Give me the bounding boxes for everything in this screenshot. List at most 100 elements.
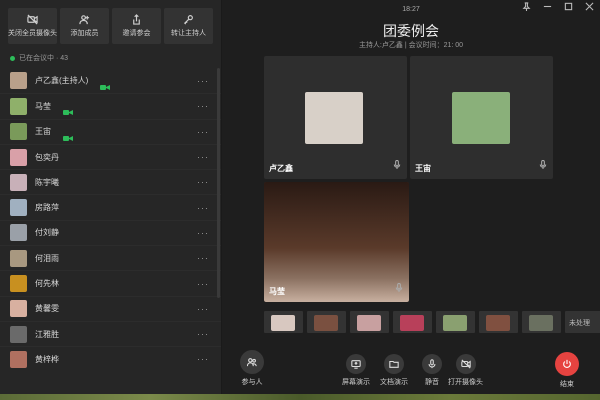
- thumbnail-avatar: [271, 315, 295, 331]
- participant-row[interactable]: 江雅胜 ···: [0, 320, 221, 346]
- more-options-icon[interactable]: ···: [197, 228, 209, 238]
- participant-row[interactable]: 付刘静 ···: [0, 219, 221, 245]
- participants-label: 参与人: [241, 379, 263, 386]
- participant-thumbnail[interactable]: [264, 311, 303, 333]
- participants-sidebar: 关闭全员摄像头 添加成员 邀请参会 转让主持人 已在会议中 · 43 卢乙鑫(主…: [0, 0, 222, 396]
- avatar: [10, 97, 27, 115]
- participant-thumbnail[interactable]: [522, 311, 561, 333]
- online-dot-icon: [10, 55, 15, 61]
- host-avatar: [305, 92, 363, 144]
- end-meeting-button[interactable]: 结束: [555, 352, 579, 389]
- invite-label: 邀请参会: [122, 30, 151, 37]
- more-options-icon[interactable]: ···: [197, 304, 209, 314]
- participant-thumbnail[interactable]: [350, 311, 389, 333]
- participants-button[interactable]: 参与人: [240, 350, 264, 387]
- more-options-icon[interactable]: ···: [197, 101, 209, 111]
- participant-row[interactable]: 包奕丹 ···: [0, 143, 221, 169]
- participant-name: 付刘静: [35, 228, 59, 238]
- more-options-icon[interactable]: ···: [197, 76, 209, 86]
- participant-row[interactable]: 黄梓桦 ···: [0, 346, 221, 371]
- thumbnail-avatar: [443, 315, 467, 331]
- add-member-label: 添加成员: [70, 30, 99, 37]
- participant-thumbnail[interactable]: [307, 311, 346, 333]
- screen-share-button[interactable]: 屏幕演示: [342, 354, 370, 387]
- avatar: [10, 275, 27, 293]
- avatar: [10, 224, 27, 242]
- end-meeting-label: 结束: [560, 381, 574, 388]
- participant-name: 王宙: [35, 127, 51, 137]
- close-icon[interactable]: [585, 2, 594, 11]
- avatar: [10, 148, 27, 166]
- participant-row[interactable]: 何泪雨 ···: [0, 245, 221, 270]
- in-meeting-count: 已在会议中 · 43: [0, 48, 221, 68]
- mic-icon: [393, 156, 401, 174]
- more-options-icon[interactable]: ···: [197, 253, 209, 263]
- add-user-icon: [79, 15, 90, 25]
- maximize-icon[interactable]: [564, 2, 573, 11]
- video-tile-wangzhou[interactable]: 王宙: [410, 56, 553, 179]
- folder-icon: [384, 354, 404, 374]
- avatar: [10, 199, 27, 217]
- participant-row[interactable]: 王宙 ···: [0, 118, 221, 144]
- thumbnail-avatar: [357, 315, 381, 331]
- thumbnail-avatar: [400, 315, 424, 331]
- share-icon: [133, 14, 140, 25]
- invite-button[interactable]: 邀请参会: [112, 8, 161, 44]
- camera-toggle-label: 打开摄像头: [448, 379, 483, 386]
- meeting-window: 关闭全员摄像头 添加成员 邀请参会 转让主持人 已在会议中 · 43 卢乙鑫(主…: [0, 0, 600, 396]
- key-icon: [183, 15, 193, 25]
- screen-share-label: 屏幕演示: [342, 379, 370, 386]
- participant-row[interactable]: 房路萍 ···: [0, 194, 221, 219]
- meeting-subtitle: 主持人:卢乙鑫 | 会议时间：21: 00: [358, 42, 464, 49]
- participant-thumbnail-strip: 未处理: [264, 311, 600, 333]
- disable-all-cameras-button[interactable]: 关闭全员摄像头: [8, 8, 57, 44]
- camera-on-icon: [63, 129, 73, 141]
- mic-icon: [395, 279, 403, 297]
- video-tile-mayng[interactable]: 马莹: [264, 182, 409, 302]
- participant-row[interactable]: 马莹 ···: [0, 93, 221, 118]
- more-options-icon[interactable]: ···: [197, 203, 209, 213]
- window-controls: [522, 2, 594, 11]
- participant-name: 何泪雨: [35, 253, 59, 263]
- mute-button[interactable]: 静音: [422, 354, 442, 387]
- more-options-icon[interactable]: ···: [197, 279, 209, 289]
- wangzhou-avatar: [452, 92, 510, 144]
- participants-icon: [240, 350, 264, 374]
- transfer-host-button[interactable]: 转让主持人: [164, 8, 213, 44]
- thumbnail-label: 未处理: [569, 320, 590, 327]
- camera-toggle-button[interactable]: 打开摄像头: [448, 354, 483, 387]
- video-tile-host[interactable]: 卢乙鑫: [264, 56, 407, 179]
- more-options-icon[interactable]: ···: [197, 152, 209, 162]
- sidebar-scrollbar[interactable]: [217, 68, 220, 298]
- participant-name: 黄馨雯: [35, 304, 59, 314]
- avatar: [10, 249, 27, 267]
- participant-thumbnail[interactable]: [436, 311, 475, 333]
- mic-icon: [422, 354, 442, 374]
- tile-name-host: 卢乙鑫: [269, 164, 293, 173]
- participant-row[interactable]: 黄馨雯 ···: [0, 295, 221, 321]
- avatar: [10, 350, 27, 368]
- thumbnail-avatar: [529, 315, 553, 331]
- more-options-icon[interactable]: ···: [197, 354, 209, 364]
- participant-thumbnail[interactable]: [479, 311, 518, 333]
- participant-thumbnail[interactable]: 未处理: [565, 311, 600, 333]
- disable-all-cameras-label: 关闭全员摄像头: [8, 30, 57, 37]
- camera-off-icon: [455, 354, 476, 374]
- more-options-icon[interactable]: ···: [197, 127, 209, 137]
- power-icon: [555, 352, 579, 376]
- camera-on-icon: [100, 78, 111, 90]
- doc-share-button[interactable]: 文档演示: [380, 354, 408, 387]
- meeting-main: 18:27 团委例会 主持人:卢乙鑫 | 会议时间：21: 00 卢乙鑫 王宙 …: [222, 0, 600, 396]
- minimize-icon[interactable]: [543, 2, 552, 11]
- participant-row[interactable]: 何先林 ···: [0, 270, 221, 295]
- participant-row[interactable]: 陈宇曦 ···: [0, 169, 221, 194]
- participant-row[interactable]: 卢乙鑫(主持人) ···: [0, 68, 221, 93]
- meeting-title: 团委例会: [383, 23, 439, 39]
- participant-name: 马莹: [35, 101, 51, 111]
- add-member-button[interactable]: 添加成员: [60, 8, 109, 44]
- more-options-icon[interactable]: ···: [197, 177, 209, 187]
- avatar: [10, 300, 27, 318]
- pin-icon[interactable]: [522, 2, 531, 11]
- more-options-icon[interactable]: ···: [197, 329, 209, 339]
- participant-thumbnail[interactable]: [393, 311, 432, 333]
